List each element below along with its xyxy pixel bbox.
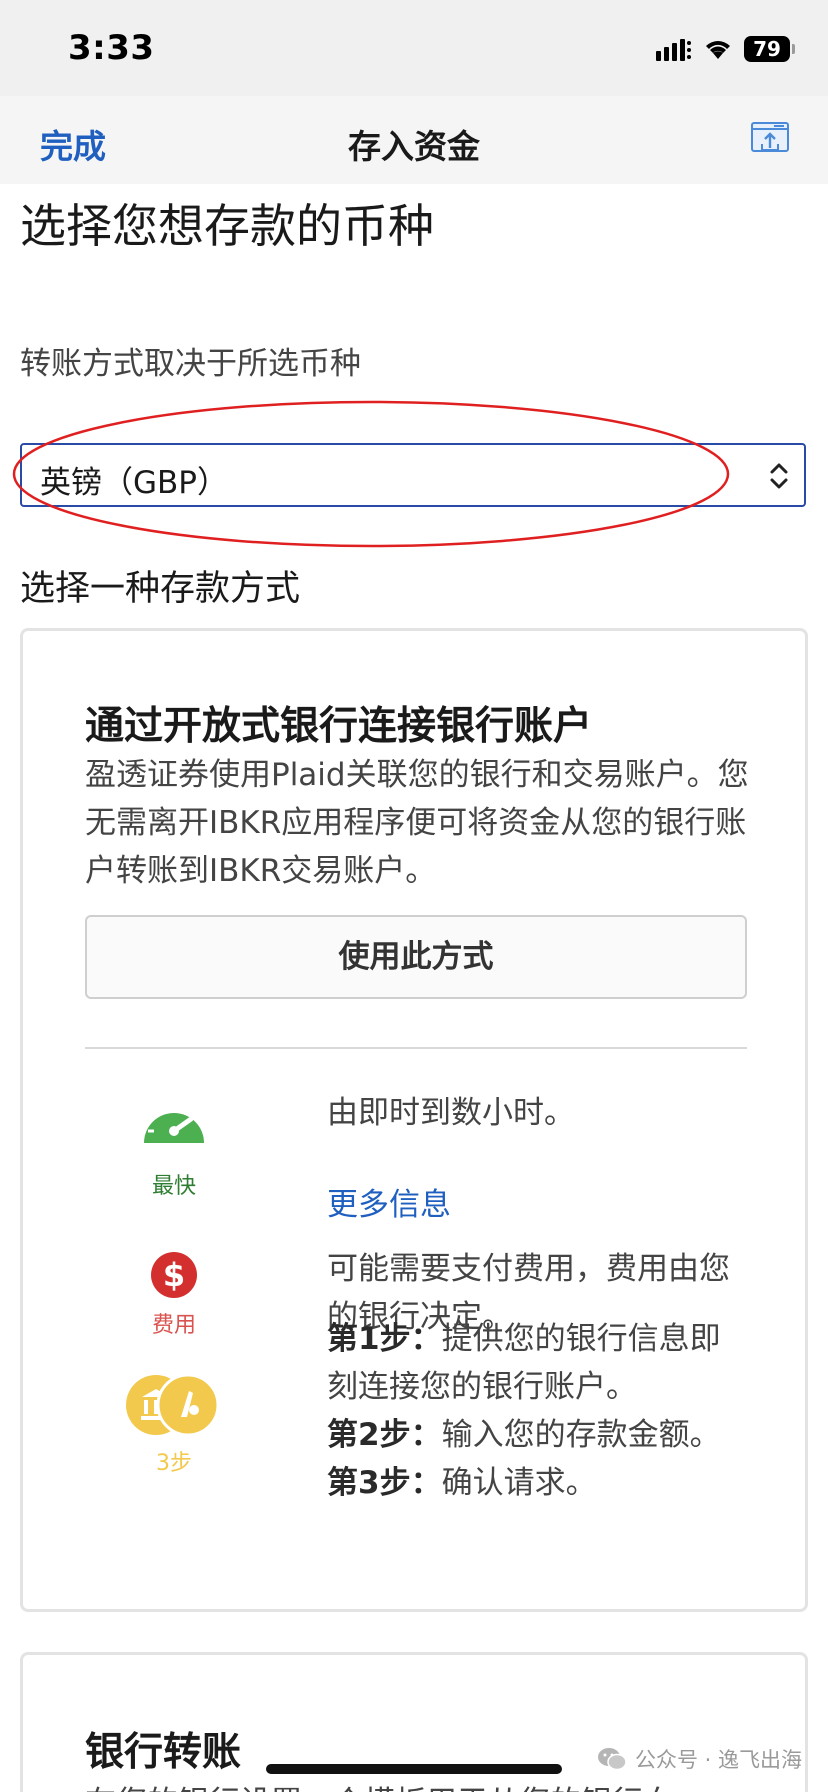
step-1-text: 提供您的银行信息即 bbox=[441, 1321, 721, 1357]
step-1-text-continued: 刻连接您的银行账户。 bbox=[327, 1369, 637, 1405]
watermark: 公众号 · 逸飞出海 bbox=[597, 1744, 802, 1774]
share-screen-icon[interactable] bbox=[750, 120, 790, 156]
deposit-funds-screen: 3:33 79 完成 存入资金 选择您想存款的币种 转账方式取决于所选币种 英镑… bbox=[0, 0, 828, 1792]
status-bar: 3:33 79 bbox=[0, 0, 828, 96]
bank-steps-icon bbox=[126, 1373, 220, 1437]
bank-transfer-title: 银行转账 bbox=[85, 1730, 242, 1775]
chevron-up-down-icon bbox=[770, 463, 788, 489]
svg-text:$: $ bbox=[163, 1256, 185, 1294]
step-3-line: 第3步：确认请求。 bbox=[327, 1459, 597, 1507]
watermark-text: 公众号 · 逸飞出海 bbox=[634, 1748, 802, 1772]
navigation-bar: 完成 存入资金 bbox=[0, 96, 828, 184]
deposit-method-label: 选择一种存款方式 bbox=[20, 569, 301, 609]
dollar-icon: $ bbox=[151, 1252, 197, 1298]
page-title: 存入资金 bbox=[348, 127, 480, 166]
open-banking-card: 通过开放式银行连接银行账户 盈透证券使用Plaid关联您的银行和交易账户。您无需… bbox=[20, 628, 808, 1612]
status-icons: 79 bbox=[656, 34, 795, 64]
step-1-line: 第1步：提供您的银行信息即 bbox=[327, 1315, 721, 1363]
wechat-icon bbox=[597, 1748, 627, 1771]
battery-icon: 79 bbox=[744, 36, 795, 62]
step-2-text: 输入您的存款金额。 bbox=[441, 1417, 721, 1453]
more-info-link[interactable]: 更多信息 bbox=[327, 1179, 451, 1224]
bank-transfer-description: 在您的银行设置一个模板用于从您的银行向 bbox=[85, 1777, 674, 1792]
divider bbox=[85, 1047, 747, 1049]
currency-heading: 选择您想存款的币种 bbox=[20, 199, 434, 253]
steps-label: 3步 bbox=[156, 1451, 192, 1476]
step-1-label: 第1步： bbox=[327, 1321, 442, 1357]
step-3-text: 确认请求。 bbox=[441, 1465, 597, 1501]
battery-level: 79 bbox=[753, 37, 781, 61]
wifi-icon bbox=[706, 41, 730, 59]
currency-select-value: 英镑（GBP） bbox=[40, 465, 228, 501]
cellular-signal-icon bbox=[656, 39, 691, 61]
speed-label: 最快 bbox=[151, 1174, 196, 1199]
currency-select[interactable]: 英镑（GBP） bbox=[20, 443, 806, 507]
step-1-continued-line: 刻连接您的银行账户。 bbox=[327, 1363, 637, 1411]
step-3-label: 第3步： bbox=[327, 1465, 442, 1501]
card-title: 通过开放式银行连接银行账户 bbox=[85, 704, 593, 749]
step-2-line: 第2步：输入您的存款金额。 bbox=[327, 1411, 721, 1459]
currency-hint: 转账方式取决于所选币种 bbox=[20, 346, 361, 382]
card-description: 盈透证券使用Plaid关联您的银行和交易账户。您无需离开IBKR应用程序便可将资… bbox=[85, 757, 749, 889]
fee-label: 费用 bbox=[151, 1313, 196, 1338]
use-this-method-button[interactable]: 使用此方式 bbox=[85, 915, 747, 999]
status-time: 3:33 bbox=[68, 28, 155, 68]
speed-text: 由即时到数小时。 bbox=[327, 1095, 575, 1131]
home-indicator[interactable] bbox=[266, 1764, 562, 1774]
speedometer-icon bbox=[144, 1099, 204, 1143]
step-2-label: 第2步： bbox=[327, 1417, 442, 1453]
